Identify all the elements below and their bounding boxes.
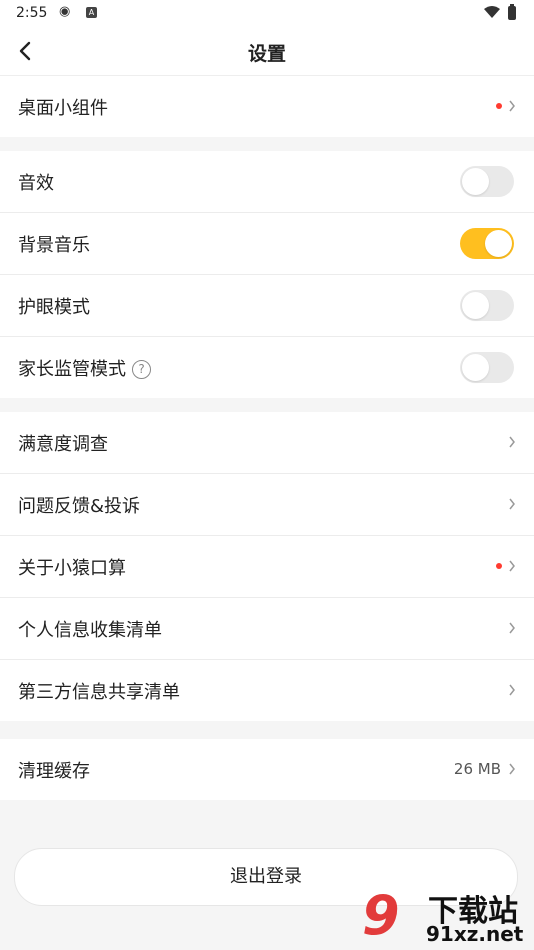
row-label: 清理缓存 (18, 761, 90, 782)
cache-group: 清理缓存 26 MB (0, 739, 534, 800)
section-gap (0, 398, 534, 412)
toggle-knob (462, 292, 489, 319)
chevron-right-icon (509, 560, 515, 572)
row-label-text: 家长监管模式 (18, 359, 126, 380)
cache-size: 26 MB (453, 760, 501, 778)
row-personal-info-list[interactable]: 个人信息收集清单 (0, 598, 534, 660)
row-label: 背景音乐 (18, 235, 90, 256)
weibo-icon: ◉ (59, 4, 71, 19)
row-feedback[interactable]: 问题反馈&投诉 (0, 474, 534, 536)
row-about[interactable]: 关于小猿口算 (0, 536, 534, 598)
watermark-logo-icon: 9 (362, 884, 400, 947)
wifi-icon (484, 6, 500, 18)
sound-effects-toggle[interactable] (460, 166, 514, 197)
parental-control-toggle[interactable] (460, 352, 514, 383)
links-group: 满意度调查 问题反馈&投诉 关于小猿口算 个人信息收集清单 第三方信息共享清单 (0, 412, 534, 721)
row-background-music: 背景音乐 (0, 213, 534, 275)
new-badge-dot (496, 563, 502, 569)
section-gap (0, 137, 534, 151)
row-label: 桌面小组件 (18, 98, 108, 119)
toggle-group: 音效 背景音乐 护眼模式 家长监管模式? (0, 151, 534, 398)
toggle-knob (485, 230, 512, 257)
header: 设置 (0, 28, 534, 76)
row-sound-effects: 音效 (0, 151, 534, 213)
row-label: 第三方信息共享清单 (18, 682, 180, 703)
site-watermark: 9 下载站 91xz.net (362, 884, 530, 948)
chevron-right-icon (509, 498, 515, 510)
notification-a-icon: A (86, 7, 97, 18)
row-label: 问题反馈&投诉 (18, 496, 141, 517)
toggle-knob (462, 354, 489, 381)
help-question-icon[interactable]: ? (132, 360, 151, 379)
row-label: 护眼模式 (18, 297, 90, 318)
row-label: 满意度调查 (18, 434, 108, 455)
watermark-url: 91xz.net (426, 922, 524, 946)
status-time: 2:55 (16, 5, 48, 21)
row-third-party-list[interactable]: 第三方信息共享清单 (0, 660, 534, 721)
battery-icon (508, 4, 516, 20)
status-bar: 2:55 ◉ A (0, 0, 534, 28)
row-desktop-widget[interactable]: 桌面小组件 (0, 76, 534, 137)
new-badge-dot (496, 103, 502, 109)
row-satisfaction-survey[interactable]: 满意度调查 (0, 412, 534, 474)
row-parental-control: 家长监管模式? (0, 337, 534, 398)
row-label: 音效 (18, 173, 54, 194)
row-clear-cache[interactable]: 清理缓存 26 MB (0, 739, 534, 800)
eye-care-toggle[interactable] (460, 290, 514, 321)
section-gap (0, 721, 534, 739)
background-music-toggle[interactable] (460, 228, 514, 259)
row-eye-care: 护眼模式 (0, 275, 534, 337)
row-label: 个人信息收集清单 (18, 620, 162, 641)
chevron-right-icon (509, 763, 515, 775)
chevron-right-icon (509, 100, 515, 112)
chevron-right-icon (509, 436, 515, 448)
row-label: 关于小猿口算 (18, 558, 126, 579)
chevron-right-icon (509, 684, 515, 696)
chevron-right-icon (509, 622, 515, 634)
widget-group: 桌面小组件 (0, 76, 534, 137)
row-label: 家长监管模式? (18, 355, 151, 381)
page-title: 设置 (247, 43, 286, 65)
toggle-knob (462, 168, 489, 195)
